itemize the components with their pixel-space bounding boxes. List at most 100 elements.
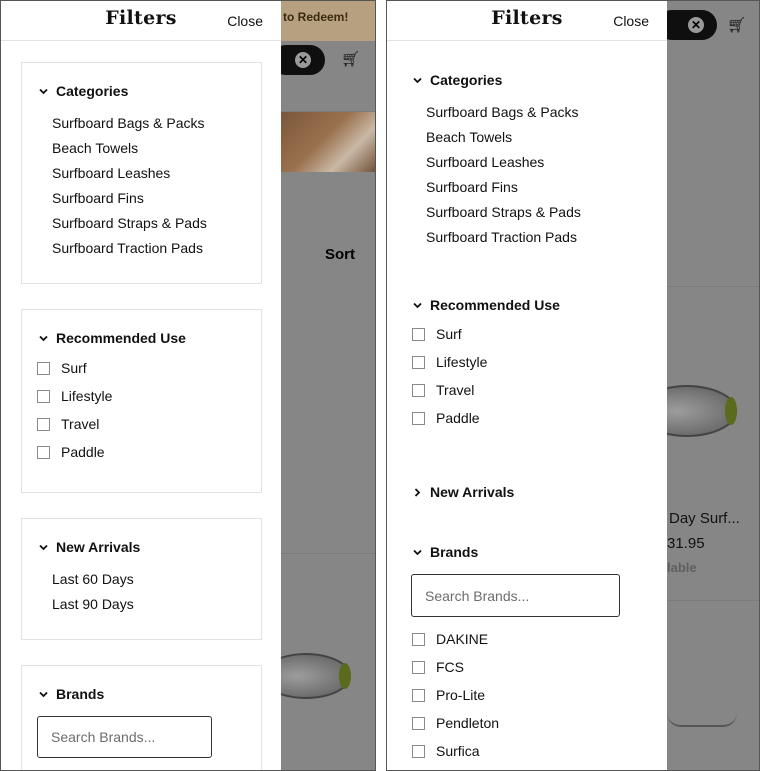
category-link[interactable]: Surfboard Leashes (52, 165, 170, 181)
category-link[interactable]: Surfboard Straps & Pads (52, 215, 207, 231)
new-arrivals-header[interactable]: New Arrivals (38, 539, 140, 555)
brand-search-input[interactable] (37, 716, 212, 758)
brands-header[interactable]: Brands (38, 686, 104, 702)
checkbox-label: DAKINE (436, 631, 489, 647)
checkbox-label: Surf (436, 326, 462, 342)
recommended-use-header[interactable]: Recommended Use (412, 297, 560, 313)
board-bag-tip (339, 663, 351, 689)
new-arrivals-section: New Arrivals Last 60 Days Last 90 Days (21, 518, 262, 640)
checkbox[interactable] (37, 417, 50, 431)
new-arrivals-link[interactable]: Last 60 Days (52, 571, 134, 587)
checkbox[interactable] (412, 632, 425, 646)
categories-title: Categories (56, 83, 129, 99)
brand-option-dakine[interactable]: DAKINE (412, 631, 488, 647)
categories-header[interactable]: Categories (412, 72, 502, 88)
filters-panel: Filters Close Categories Surfboard Bags … (1, 1, 281, 770)
filter-option-surf[interactable]: Surf (412, 326, 462, 342)
brand-option-pendleton[interactable]: Pendleton (412, 715, 499, 731)
checkbox[interactable] (412, 660, 425, 674)
promo-text: to Redeem! (283, 10, 349, 24)
checkbox-label: Surfica (436, 743, 480, 759)
chevron-down-icon (38, 86, 49, 97)
chevron-down-icon (412, 75, 423, 86)
checkbox[interactable] (412, 383, 425, 397)
checkbox-label: Lifestyle (436, 354, 488, 370)
brand-option-surfica[interactable]: Surfica (412, 743, 480, 759)
chevron-down-icon (38, 333, 49, 344)
product-availability: lable (667, 560, 697, 575)
filters-header: Filters Close (387, 1, 667, 41)
recommended-use-title: Recommended Use (56, 330, 186, 346)
divider (667, 600, 759, 601)
checkbox[interactable] (37, 361, 50, 375)
categories-section: Categories Surfboard Bags & Packs Beach … (21, 62, 262, 284)
category-link[interactable]: Beach Towels (426, 129, 512, 145)
cart-icon[interactable]: 🛒︎ (727, 16, 746, 34)
product-title[interactable]: Day Surf... (669, 510, 740, 527)
filters-screen-a: to Redeem! ✕ 🛒︎ Sort Filters Close Categ… (0, 0, 376, 771)
category-link[interactable]: Surfboard Straps & Pads (426, 204, 581, 220)
filter-option-lifestyle[interactable]: Lifestyle (37, 388, 112, 404)
page-overlay[interactable]: ✕ 🛒︎ Day Surf... 31.95 lable (637, 1, 759, 770)
checkbox[interactable] (412, 411, 425, 425)
category-link[interactable]: Beach Towels (52, 140, 138, 156)
new-arrivals-title: New Arrivals (56, 539, 141, 555)
close-button[interactable]: Close (227, 13, 263, 29)
filter-option-travel[interactable]: Travel (412, 382, 474, 398)
category-link[interactable]: Surfboard Traction Pads (426, 229, 577, 245)
filter-option-surf[interactable]: Surf (37, 360, 87, 376)
checkbox[interactable] (412, 355, 425, 369)
close-button[interactable]: Close (613, 13, 649, 29)
page-overlay[interactable]: to Redeem! ✕ 🛒︎ Sort (261, 1, 375, 770)
brand-search-input[interactable] (411, 574, 620, 617)
board-bag-tip (725, 396, 737, 426)
category-link[interactable]: Surfboard Fins (52, 190, 144, 206)
checkbox-label: Paddle (436, 410, 480, 426)
cart-icon[interactable]: 🛒︎ (341, 50, 360, 68)
category-link[interactable]: Surfboard Bags & Packs (52, 115, 205, 131)
category-link[interactable]: Surfboard Fins (426, 179, 518, 195)
category-link[interactable]: Surfboard Traction Pads (52, 240, 203, 256)
chevron-down-icon (412, 300, 423, 311)
hero-image (281, 112, 375, 172)
categories-header[interactable]: Categories (38, 83, 128, 99)
clear-search-icon[interactable]: ✕ (295, 52, 311, 68)
checkbox[interactable] (412, 688, 425, 702)
chevron-right-icon (412, 487, 423, 498)
new-arrivals-link[interactable]: Last 90 Days (52, 596, 134, 612)
filters-screen-b: ✕ 🛒︎ Day Surf... 31.95 lable Filters Clo… (386, 0, 760, 771)
promo-banner[interactable]: to Redeem! (281, 1, 375, 41)
chevron-down-icon (38, 542, 49, 553)
sort-button[interactable]: Sort (325, 246, 355, 263)
filter-option-paddle[interactable]: Paddle (412, 410, 480, 426)
divider (281, 553, 375, 554)
category-link[interactable]: Surfboard Leashes (426, 154, 544, 170)
product-image-leash[interactable] (667, 713, 737, 727)
new-arrivals-title: New Arrivals (430, 484, 515, 500)
category-link[interactable]: Surfboard Bags & Packs (426, 104, 579, 120)
checkbox[interactable] (37, 389, 50, 403)
recommended-use-section: Recommended Use Surf Lifestyle Travel Pa… (21, 309, 262, 493)
new-arrivals-header[interactable]: New Arrivals (412, 484, 514, 500)
filter-option-lifestyle[interactable]: Lifestyle (412, 354, 487, 370)
chevron-down-icon (38, 689, 49, 700)
brand-option-pro-lite[interactable]: Pro-Lite (412, 687, 485, 703)
chevron-down-icon (412, 547, 423, 558)
checkbox[interactable] (412, 744, 425, 758)
brands-title: Brands (430, 544, 479, 560)
filters-panel: Filters Close Categories Surfboard Bags … (387, 1, 667, 770)
brand-option-fcs[interactable]: FCS (412, 659, 464, 675)
filter-option-paddle[interactable]: Paddle (37, 444, 105, 460)
product-price: 31.95 (667, 535, 705, 552)
recommended-use-title: Recommended Use (430, 297, 560, 313)
clear-search-icon[interactable]: ✕ (688, 17, 704, 33)
brands-header[interactable]: Brands (412, 544, 478, 560)
checkbox[interactable] (412, 716, 425, 730)
filter-option-travel[interactable]: Travel (37, 416, 99, 432)
checkbox[interactable] (37, 445, 50, 459)
checkbox-label: Travel (436, 382, 475, 398)
recommended-use-header[interactable]: Recommended Use (38, 330, 186, 346)
divider (667, 286, 759, 287)
checkbox[interactable] (412, 327, 425, 341)
checkbox-label: Pro-Lite (436, 687, 486, 703)
